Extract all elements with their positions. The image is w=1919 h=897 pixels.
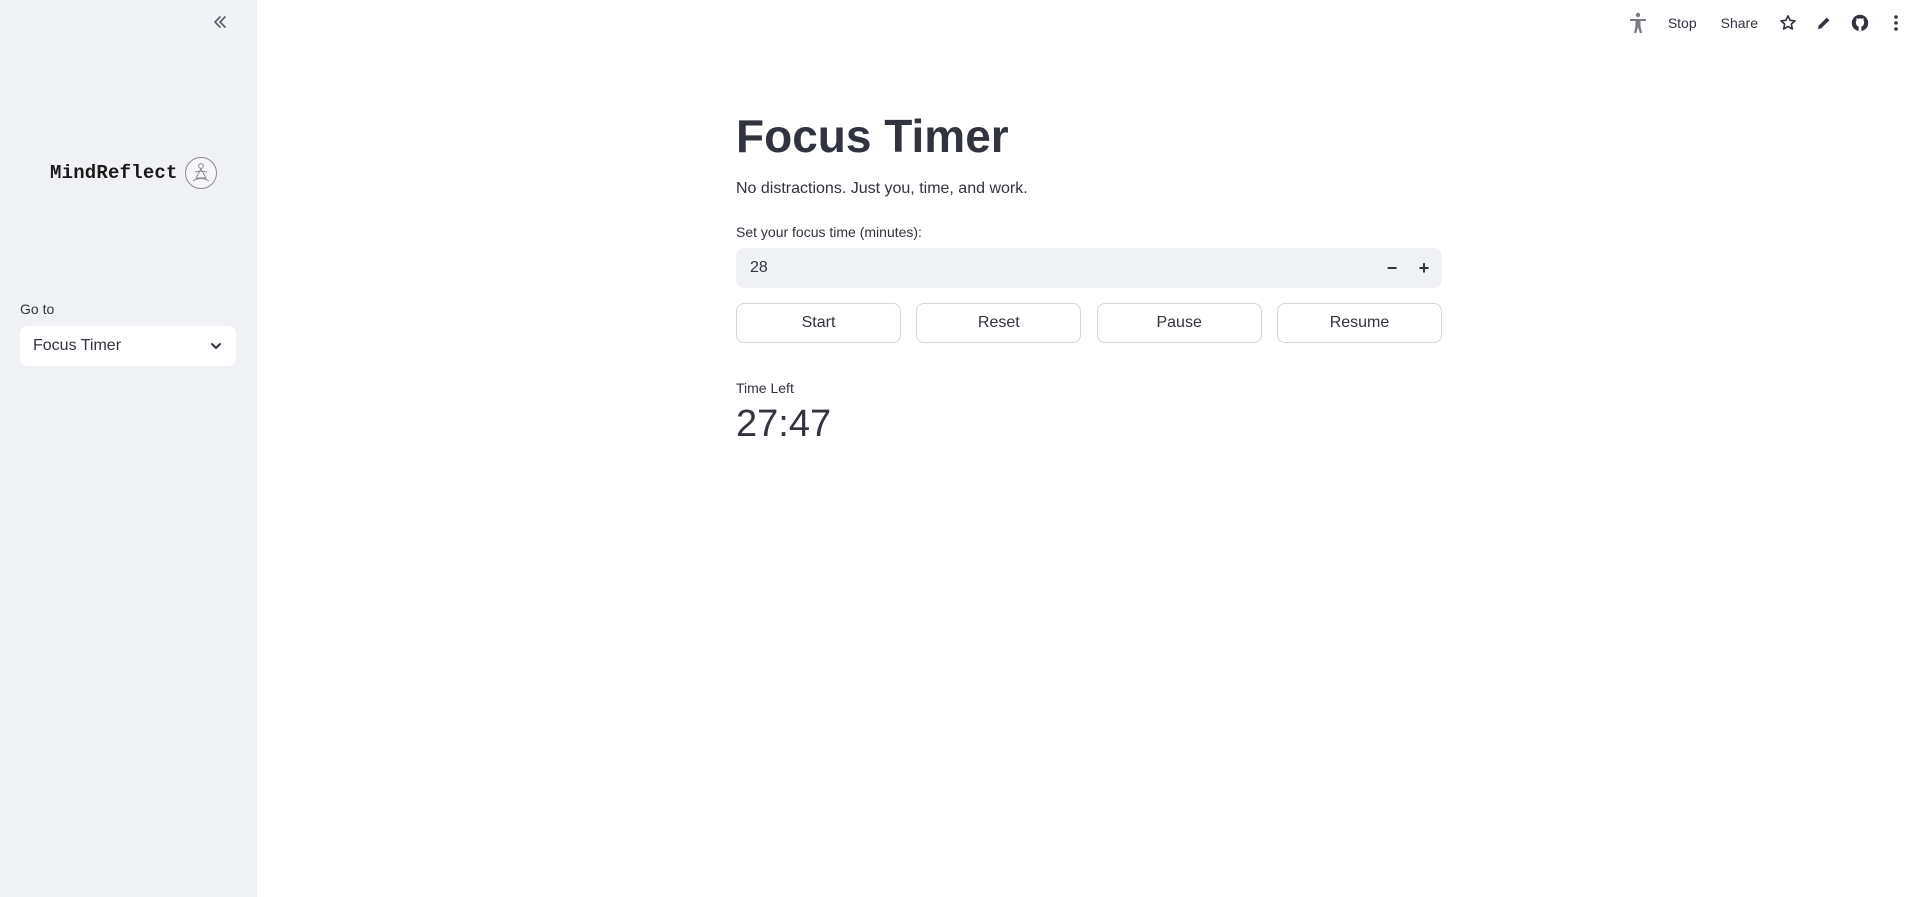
accessibility-button[interactable] — [1625, 10, 1651, 36]
time-left-value: 27:47 — [736, 403, 832, 445]
edit-button[interactable] — [1811, 10, 1837, 36]
timer-controls: Start Reset Pause Resume — [736, 303, 1442, 343]
sidebar: MindReflect Go to Focus Timer — [0, 0, 257, 897]
reset-button[interactable]: Reset — [916, 303, 1082, 343]
main-menu-button[interactable] — [1883, 10, 1909, 36]
focus-time-label: Set your focus time (minutes): — [736, 224, 922, 240]
header-toolbar: Stop Share — [1620, 10, 1919, 36]
focus-time-input[interactable]: 28 − + — [736, 248, 1442, 288]
github-icon — [1851, 14, 1869, 32]
time-left-label: Time Left — [736, 380, 794, 396]
page-select-value: Focus Timer — [33, 337, 122, 354]
favorite-button[interactable] — [1775, 10, 1801, 36]
page-subtitle: No distractions. Just you, time, and wor… — [736, 180, 1028, 197]
app-root: MindReflect Go to Focus Timer Stop Share… — [0, 0, 1919, 897]
accessibility-icon — [1629, 12, 1646, 33]
decrement-button[interactable]: − — [1376, 248, 1408, 288]
pencil-icon — [1818, 17, 1830, 29]
pause-button[interactable]: Pause — [1096, 303, 1262, 343]
star-icon — [1780, 15, 1796, 30]
double-chevron-left-icon — [214, 16, 226, 28]
stop-button[interactable]: Stop — [1656, 10, 1709, 36]
increment-button[interactable]: + — [1408, 248, 1440, 288]
page-select[interactable]: Focus Timer — [20, 326, 236, 366]
meditation-logo-icon — [184, 157, 217, 189]
page-title: Focus Timer — [736, 110, 1009, 162]
brand-name: MindReflect — [50, 162, 178, 184]
nav-label: Go to — [20, 301, 55, 317]
share-button[interactable]: Share — [1709, 10, 1770, 36]
brand: MindReflect — [50, 156, 218, 190]
resume-button[interactable]: Resume — [1276, 303, 1442, 343]
collapse-sidebar-button[interactable] — [208, 10, 232, 34]
kebab-menu-icon — [1894, 15, 1898, 31]
chevron-down-icon — [211, 343, 221, 349]
start-button[interactable]: Start — [736, 303, 901, 343]
github-button[interactable] — [1847, 10, 1873, 36]
focus-time-value[interactable]: 28 — [736, 259, 1376, 277]
